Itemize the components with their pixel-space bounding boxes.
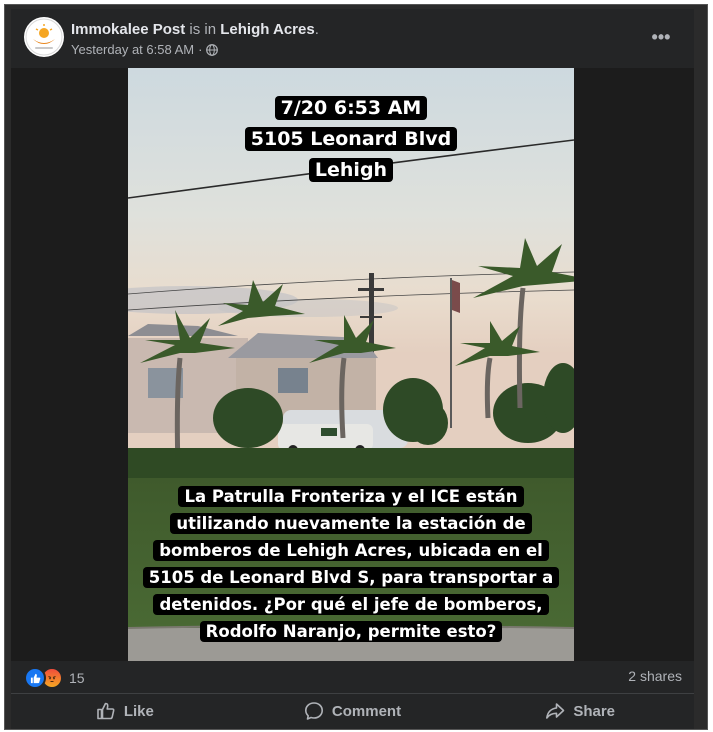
comment-button[interactable]: Comment	[239, 694, 467, 728]
reactions-summary[interactable]: 15	[24, 667, 85, 689]
comment-icon	[304, 702, 323, 720]
like-reaction-icon	[24, 667, 46, 689]
author-period: .	[314, 21, 319, 38]
share-count[interactable]: 2 shares	[628, 668, 682, 684]
comment-label: Comment	[331, 702, 402, 720]
photo-caption-bottom: La Patrulla Fronteriza y el ICE están ut…	[128, 483, 574, 645]
caption-top-line: 5105 Leonard Blvd	[244, 127, 458, 151]
post-actions: Like Comment Share	[11, 693, 694, 728]
meta-separator: ·	[198, 42, 203, 57]
post-card: Immokalee Post is in Lehigh Acres. Yeste…	[11, 9, 694, 729]
post-photo[interactable]: 7/20 6:53 AM 5105 Leonard Blvd Lehigh La…	[128, 68, 574, 661]
more-options-icon[interactable]: •••	[647, 27, 675, 47]
globe-icon[interactable]	[206, 43, 219, 56]
author-connector: is in	[185, 21, 221, 38]
post-header: Immokalee Post is in Lehigh Acres. Yeste…	[11, 9, 694, 67]
post-media[interactable]: 7/20 6:53 AM 5105 Leonard Blvd Lehigh La…	[11, 68, 694, 661]
caption-bottom-line: bomberos de Lehigh Acres, ubicada en el	[153, 540, 549, 561]
caption-top-line: 7/20 6:53 AM	[274, 96, 428, 120]
caption-top-line: Lehigh	[308, 158, 394, 182]
photo-caption-top: 7/20 6:53 AM 5105 Leonard Blvd Lehigh	[128, 93, 574, 186]
location-link[interactable]: Lehigh Acres	[220, 21, 314, 38]
post-timestamp[interactable]: Yesterday at 6:58 AM	[71, 42, 194, 57]
page-logo-icon	[25, 18, 63, 56]
like-label: Like	[123, 702, 154, 720]
post-meta: Yesterday at 6:58 AM ·	[71, 42, 219, 57]
caption-bottom-line: Rodolfo Naranjo, permite esto?	[199, 621, 503, 642]
share-icon	[546, 703, 565, 719]
caption-bottom-line: utilizando nuevamente la estación de	[170, 513, 532, 534]
caption-bottom-line: 5105 de Leonard Blvd S, para transportar…	[142, 567, 560, 588]
caption-bottom-line: La Patrulla Fronteriza y el ICE están	[178, 486, 524, 507]
author-line: Immokalee Post is in Lehigh Acres.	[71, 21, 319, 38]
like-button[interactable]: Like	[11, 694, 239, 728]
post-stats: 15 2 shares	[11, 665, 694, 689]
author-name[interactable]: Immokalee Post	[71, 21, 185, 38]
caption-bottom-line: detenidos. ¿Por qué el jefe de bomberos,	[153, 594, 549, 615]
page-avatar[interactable]	[24, 17, 64, 57]
thumbs-up-icon	[97, 702, 115, 720]
post-frame: Immokalee Post is in Lehigh Acres. Yeste…	[4, 4, 708, 730]
share-button[interactable]: Share	[466, 694, 694, 728]
share-label: Share	[573, 702, 616, 720]
reaction-count[interactable]: 15	[69, 670, 85, 686]
